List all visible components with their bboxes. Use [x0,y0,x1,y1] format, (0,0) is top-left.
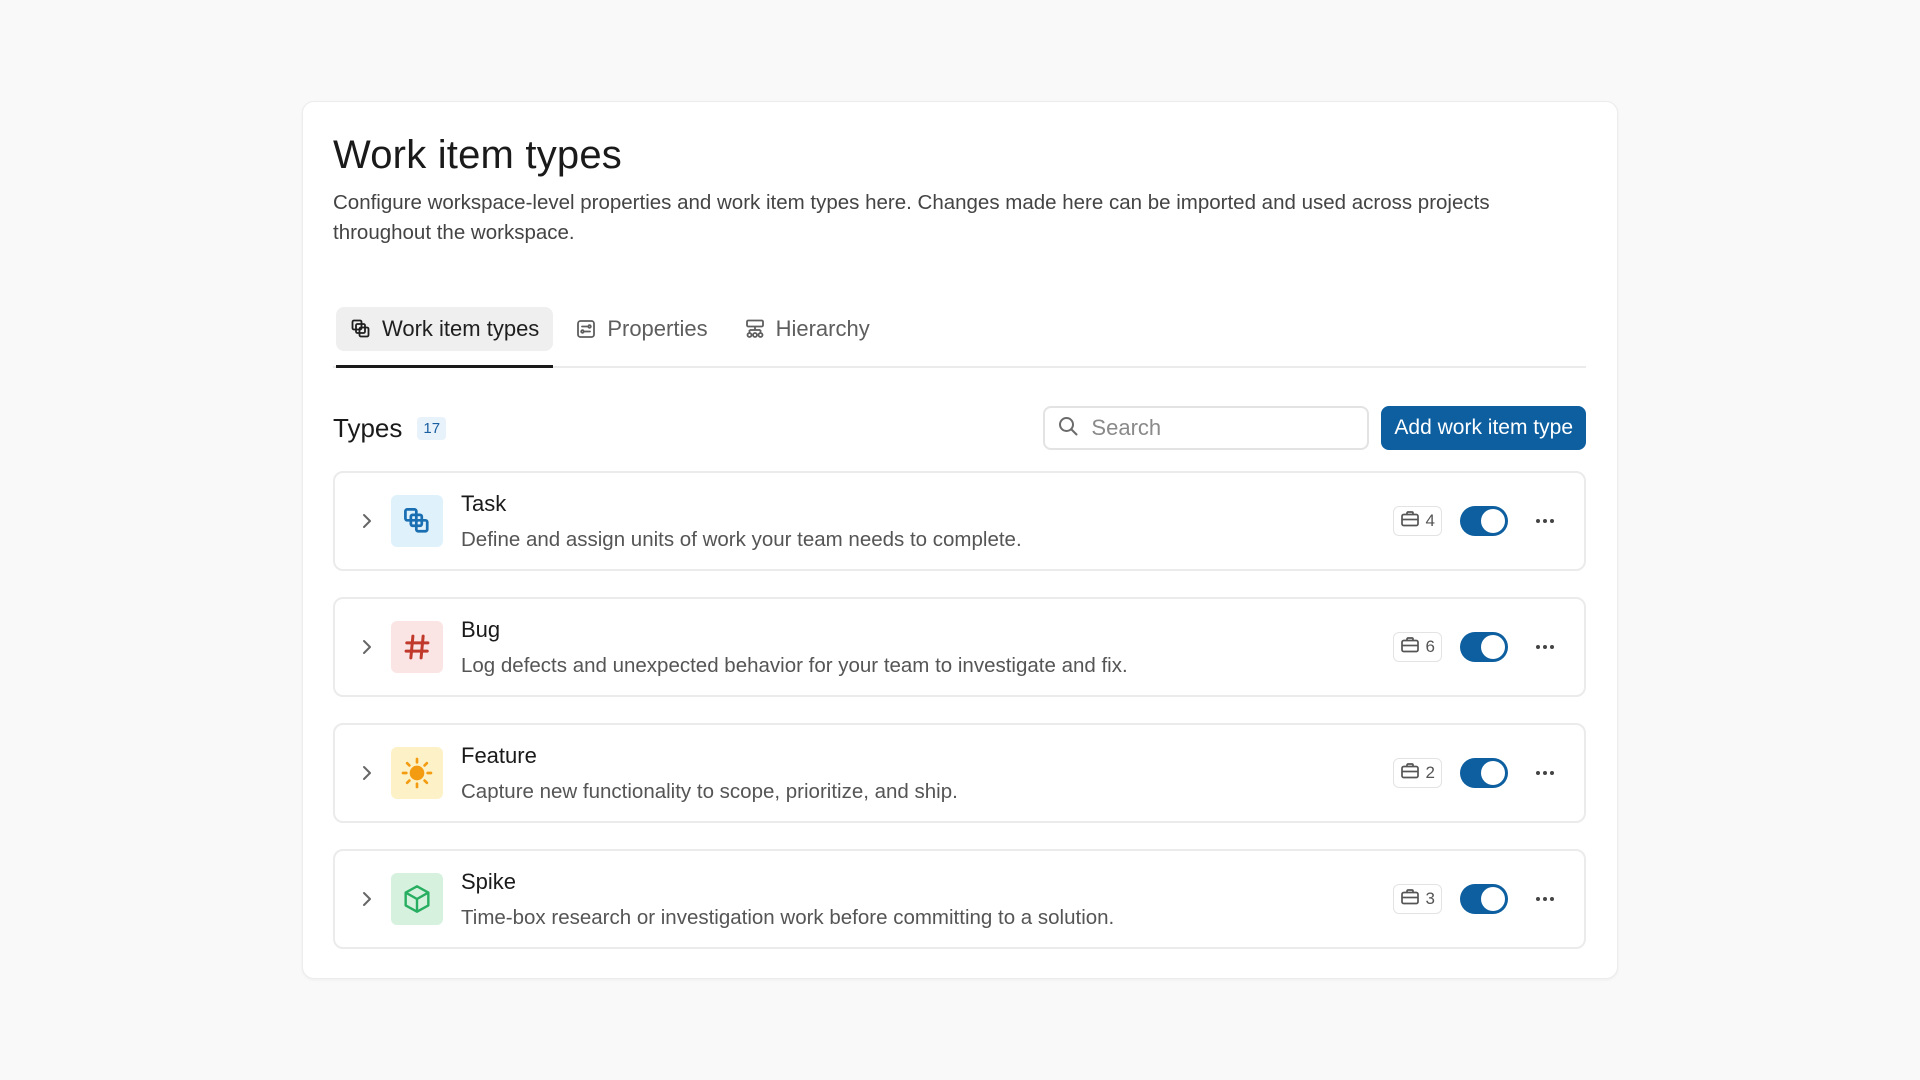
type-text: Spike Time-box research or investigation… [461,868,1114,931]
project-count: 2 [1425,763,1435,782]
enable-toggle[interactable] [1460,884,1508,914]
toggle-knob [1481,761,1505,785]
page-title: Work item types [333,133,622,177]
type-description: Log defects and unexpected behavior for … [461,653,1128,677]
toggle-knob [1481,887,1505,911]
properties-icon [575,318,597,340]
enable-toggle[interactable] [1460,506,1508,536]
briefcase-icon [1400,762,1420,785]
task-icon [391,495,443,547]
more-options-icon[interactable] [1530,632,1560,662]
search-input[interactable] [1091,415,1342,441]
tab-work-item-types[interactable]: Work item types [336,307,554,368]
page-description: Configure workspace-level properties and… [333,191,1490,244]
toggle-knob [1481,635,1505,659]
briefcase-icon [1400,636,1420,659]
tab-label: Work item types [382,316,540,341]
work-item-type-row-bug[interactable]: Bug Log defects and unexpected behavior … [333,597,1586,697]
type-text: Bug Log defects and unexpected behavior … [461,616,1128,679]
project-count: 4 [1425,511,1435,530]
enable-toggle[interactable] [1460,632,1508,662]
project-count-badge: 3 [1392,884,1442,914]
types-count-badge: 17 [417,416,447,440]
enable-toggle[interactable] [1460,758,1508,788]
type-name: Bug [461,616,501,642]
type-text: Feature Capture new functionality to sco… [461,742,958,805]
project-count-badge: 2 [1392,758,1442,788]
work-item-type-row-feature[interactable]: Feature Capture new functionality to sco… [333,723,1586,823]
type-description: Capture new functionality to scope, prio… [461,779,958,803]
chevron-right-icon[interactable] [355,638,379,656]
work-item-type-row-spike[interactable]: Spike Time-box research or investigation… [333,849,1586,949]
type-description: Define and assign units of work your tea… [461,527,1022,551]
tab-label: Properties [607,316,708,341]
type-text: Task Define and assign units of work you… [461,490,1022,553]
chevron-right-icon[interactable] [355,890,379,908]
more-options-icon[interactable] [1530,884,1560,914]
more-options-icon[interactable] [1530,758,1560,788]
toggle-knob [1481,509,1505,533]
chevron-right-icon[interactable] [355,764,379,782]
briefcase-icon [1400,888,1420,911]
project-count: 3 [1425,889,1435,908]
types-title: Types [333,412,403,443]
tab-hierarchy[interactable]: Hierarchy [730,307,884,351]
tab-properties[interactable]: Properties [561,307,721,351]
briefcase-icon [1400,510,1420,533]
tab-bar: Work item types Properties Hierarchy [333,307,1586,368]
type-name: Spike [461,868,517,894]
project-count: 6 [1425,637,1435,656]
sun-icon [391,747,443,799]
work-item-type-row-task[interactable]: Task Define and assign units of work you… [333,471,1586,571]
work-item-types-card: Work item types Configure workspace-leve… [302,101,1618,979]
types-header: Types 17 Add work item type [333,406,1586,450]
layers-icon [350,318,372,340]
hash-icon [391,621,443,673]
type-description: Time-box research or investigation work … [461,905,1115,929]
type-name: Task [461,490,507,516]
type-name: Feature [461,742,537,768]
tab-label: Hierarchy [775,316,870,341]
search-box[interactable] [1043,406,1370,450]
project-count-badge: 6 [1392,632,1442,662]
chevron-right-icon[interactable] [355,512,379,530]
project-count-badge: 4 [1392,506,1442,536]
cube-icon [391,873,443,925]
add-work-item-type-button[interactable]: Add work item type [1381,406,1586,450]
hierarchy-icon [744,318,766,340]
work-item-type-list: Task Define and assign units of work you… [333,471,1586,949]
search-icon [1057,415,1079,442]
more-options-icon[interactable] [1530,506,1560,536]
